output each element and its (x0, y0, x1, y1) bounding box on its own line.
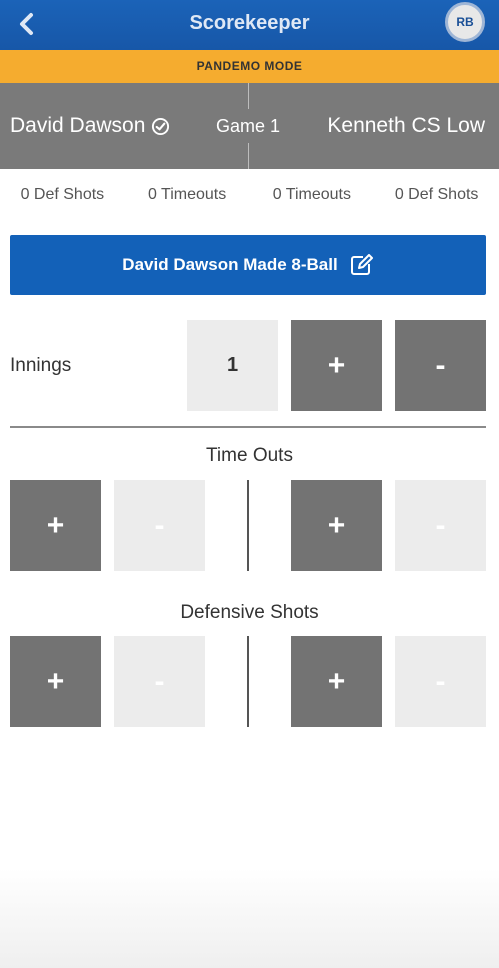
made-8-ball-label: David Dawson Made 8-Ball (122, 255, 338, 274)
player1-def-shot-plus-button[interactable]: + (10, 636, 101, 727)
player2-def-shot-minus-button[interactable]: - (395, 636, 486, 727)
bottom-fade (0, 868, 499, 968)
player2-def-shot-plus-button[interactable]: + (291, 636, 382, 727)
divider (247, 636, 249, 727)
player1-def-shot-minus-button[interactable]: - (114, 636, 205, 727)
player2-timeout-plus-button[interactable]: + (291, 480, 382, 571)
innings-plus-button[interactable]: + (291, 320, 382, 411)
stats-row: 0 Def Shots 0 Timeouts 0 Timeouts 0 Def … (0, 169, 499, 221)
app-header: Scorekeeper RB (0, 0, 499, 50)
timeouts-title: Time Outs (206, 445, 293, 466)
page-title: Scorekeeper (189, 12, 310, 34)
player1-timeout-plus-button[interactable]: + (10, 480, 101, 571)
divider (10, 426, 486, 428)
player1-def-shots: 0 Def Shots (20, 186, 105, 203)
players-bar: David Dawson Game 1 Kenneth CS Low (0, 83, 499, 169)
edit-icon (350, 254, 373, 275)
player2-timeouts: 0 Timeouts (272, 186, 351, 203)
player1-timeouts: 0 Timeouts (147, 186, 227, 203)
innings-value: 1 (187, 320, 278, 411)
game-label: Game 1 (215, 116, 281, 136)
defensive-shots-title: Defensive Shots (180, 602, 319, 623)
innings-minus-button[interactable]: - (395, 320, 486, 411)
player2-name: Kenneth CS Low (327, 114, 485, 137)
avatar[interactable]: RB (445, 2, 485, 42)
player2-timeout-minus-button[interactable]: - (395, 480, 486, 571)
innings-label: Innings (10, 355, 72, 376)
made-8-ball-button[interactable]: David Dawson Made 8-Ball (10, 235, 486, 295)
player1-timeout-minus-button[interactable]: - (114, 480, 205, 571)
divider (247, 480, 249, 571)
player1: David Dawson (10, 83, 170, 169)
player2-def-shots: 0 Def Shots (394, 186, 479, 203)
check-circle-icon (152, 117, 170, 135)
mode-banner: PANDEMO MODE (0, 50, 499, 83)
player1-name: David Dawson (10, 114, 146, 137)
